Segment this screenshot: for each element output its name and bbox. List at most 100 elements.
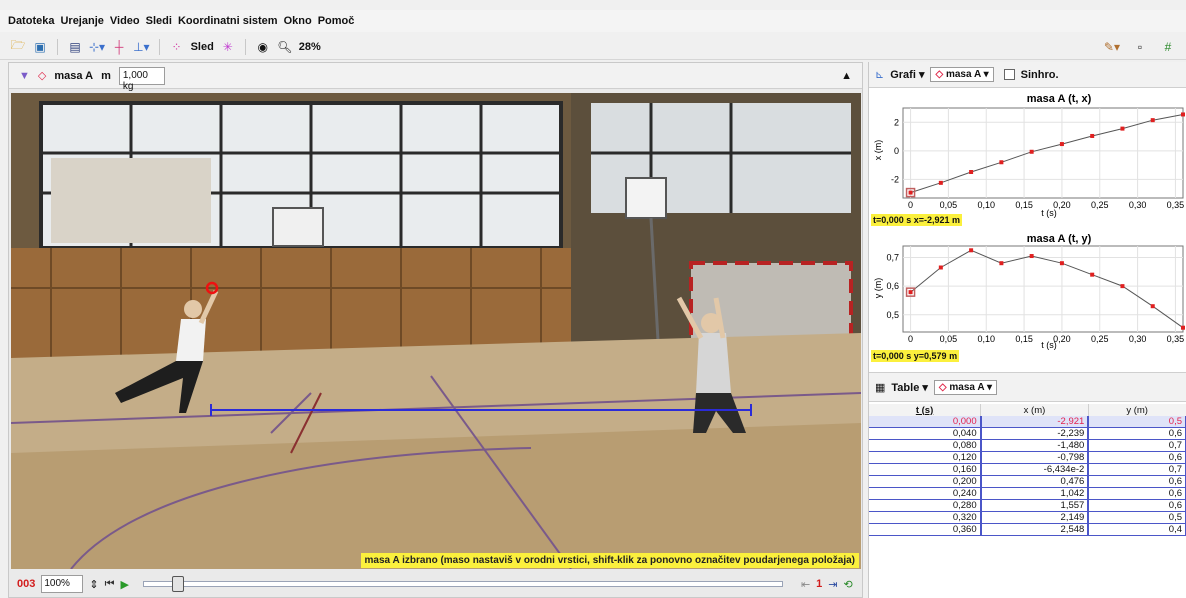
save-icon[interactable]: ▣ [32,38,48,56]
cell-y[interactable]: 0,5 [1088,511,1186,524]
open-folder-icon[interactable]: 🗁 [10,38,26,56]
table-header-row: t (s) x (m) y (m) [869,404,1186,416]
slider-thumb[interactable] [171,576,184,592]
cell-y[interactable]: 0,7 [1088,463,1186,476]
x-data-point [908,190,913,195]
table-row[interactable]: 0,240 1,042 0,6 [869,487,1186,500]
rewind-icon[interactable]: ⏮ [105,578,115,591]
frame-slider[interactable] [142,576,783,592]
toolbar-divider [244,38,246,55]
cell-x[interactable]: -2,921 [980,416,1090,428]
cell-y[interactable]: 0,6 [1088,475,1186,488]
play-icon[interactable]: ▶ [120,578,128,591]
cell-x[interactable]: 1,557 [980,499,1090,512]
menu-help[interactable]: Pomoč [318,15,355,27]
cell-y[interactable]: 0,6 [1088,487,1186,500]
cell-x[interactable]: 1,042 [980,487,1090,500]
zoom-icon[interactable]: 🔍︎ [277,38,293,56]
graph-x[interactable]: masa A (t, x) x (m) t (s) 0 0,05 0,10 0,15 0… [869,90,1186,228]
clip-settings-icon[interactable]: ▤ [67,38,83,56]
menu-video[interactable]: Video [110,15,140,27]
cell-t[interactable]: 0,160 [869,463,982,476]
x-plot-title: masa A (t, x) [1027,93,1092,105]
create-track-icon[interactable]: ⊥▾ [133,38,149,56]
video-frame[interactable]: masa A izbrano (maso nastaviš v orodni v… [11,93,861,569]
cell-t[interactable]: 0,240 [869,487,982,500]
cell-y[interactable]: 0,7 [1088,439,1186,452]
cell-x[interactable]: -0,798 [980,451,1090,464]
column-header-x[interactable]: x (m) [980,404,1089,416]
graph-track-dropdown[interactable]: ◇ masa A ▾ [930,67,994,82]
table-row[interactable]: 0,320 2,149 0,5 [869,511,1186,524]
menu-tracks[interactable]: Sledi [146,15,172,27]
rate-spinner-icon[interactable]: ⇕ [89,578,98,591]
y-data-point [908,290,913,295]
step-size[interactable]: 1 [816,578,822,590]
cell-x[interactable]: -1,480 [980,439,1090,452]
table-row[interactable]: 0,080 -1,480 0,7 [869,439,1186,452]
track-menu-triangle-icon[interactable]: ▼ [19,70,30,82]
cell-y[interactable]: 0,6 [1088,451,1186,464]
cell-x[interactable]: 2,548 [980,523,1090,536]
x-data-point [1120,126,1125,131]
notes-icon[interactable]: ▫ [1132,38,1148,56]
cell-t[interactable]: 0,320 [869,511,982,524]
cell-t[interactable]: 0,040 [869,427,982,440]
cell-t[interactable]: 0,000 [869,416,982,428]
table-row[interactable]: 0,120 -0,798 0,6 [869,451,1186,464]
menu-coordinate-system[interactable]: Koordinatni sistem [178,15,278,27]
cell-t[interactable]: 0,360 [869,523,982,536]
step-back-icon[interactable]: ⇤ [801,578,810,591]
menu-edit[interactable]: Urejanje [60,15,103,27]
frame-counter[interactable]: 003 [17,578,35,590]
table-row[interactable]: 0,200 0,476 0,6 [869,475,1186,488]
table-track-dropdown[interactable]: ◇ masa A ▾ [933,379,998,395]
cell-t[interactable]: 0,280 [869,499,982,512]
x-data-point [999,160,1004,165]
axes-icon[interactable]: ┼ [111,38,127,56]
column-header-t[interactable]: t (s) [869,404,982,416]
cell-y[interactable]: 0,6 [1088,427,1186,440]
track-name[interactable]: masa A [54,70,93,82]
toolbar-divider [57,38,58,55]
table-icon: ▦ [875,381,886,394]
cell-y[interactable]: 0,4 [1088,523,1186,536]
pencil-icon[interactable]: ✎▾ [1104,38,1120,56]
column-header-y[interactable]: y (m) [1088,404,1186,416]
cell-x[interactable]: 2,149 [980,511,1090,524]
visibility-eye-icon[interactable]: ◉ [255,38,271,56]
graph-y[interactable]: masa A (t, y) y (m) t (s) 0 0,05 0,10 0,15 0… [869,230,1186,362]
table-row[interactable]: 0,000 -2,921 0,5 [869,416,1186,428]
cell-x[interactable]: 0,476 [980,475,1090,488]
cell-y[interactable]: 0,6 [1088,499,1186,512]
x-xtick-label: 0,10 [977,200,995,210]
graph-view-dropdown[interactable]: Grafi ▾ [890,68,924,81]
track-button[interactable]: Sled [191,41,214,53]
menu-window[interactable]: Okno [284,15,312,27]
loop-icon[interactable]: ⟲ [844,578,853,591]
x-data-point [1090,133,1095,138]
menu-file[interactable]: Datoteka [8,15,54,27]
table-row[interactable]: 0,160 -6,434e-2 0,7 [869,463,1186,476]
autotracker-icon[interactable]: # [1160,38,1176,56]
cell-t[interactable]: 0,200 [869,475,982,488]
step-forward-icon[interactable]: ⇥ [828,578,837,591]
table-row[interactable]: 0,040 -2,239 0,6 [869,427,1186,440]
data-table[interactable]: t (s) x (m) y (m) 0,000 -2,921 0,5 0,040 -2,… [869,404,1186,536]
cell-t[interactable]: 0,120 [869,451,982,464]
table-row[interactable]: 0,360 2,548 0,4 [869,523,1186,536]
cell-y[interactable]: 0,5 [1088,416,1186,428]
mass-field[interactable]: 1,000 kg [118,66,165,92]
calibration-tools-icon[interactable]: ⊹▾ [89,38,105,56]
marking-icon[interactable]: ✳ [220,38,236,56]
cell-x[interactable]: -2,239 [980,427,1090,440]
collapse-arrow-icon[interactable]: ▲ [841,70,852,82]
sync-checkbox[interactable] [1003,69,1015,80]
table-view-dropdown[interactable]: Table ▾ [891,381,928,394]
table-row[interactable]: 0,280 1,557 0,6 [869,499,1186,512]
y-data-point [938,265,943,270]
cell-t[interactable]: 0,080 [869,439,982,452]
trail-icon[interactable]: ⁘ [169,38,185,56]
playback-rate-field[interactable]: 100% [41,575,84,593]
cell-x[interactable]: -6,434e-2 [980,463,1090,476]
